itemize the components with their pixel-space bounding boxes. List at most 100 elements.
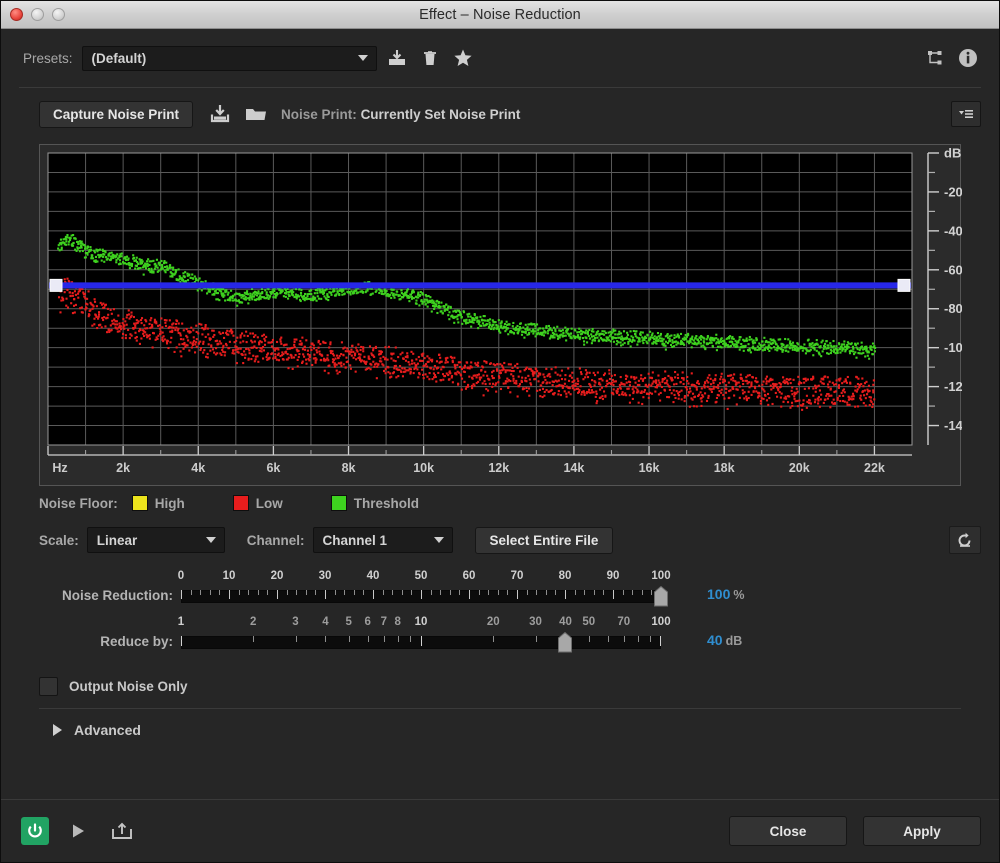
- tick-mark: [253, 636, 254, 642]
- tick-label: 0: [178, 570, 184, 582]
- tick-label: 60: [463, 570, 476, 582]
- spectrum-plot[interactable]: dB-20-40-60-80-100-120-140Hz2k4k6k8k10k1…: [40, 145, 962, 485]
- svg-text:4k: 4k: [191, 461, 205, 475]
- tick-mark: [363, 590, 364, 595]
- svg-text:10k: 10k: [413, 461, 434, 475]
- trash-icon[interactable]: [417, 45, 443, 71]
- tick-mark: [349, 636, 350, 642]
- channel-value: Channel 1: [323, 533, 388, 548]
- apply-button[interactable]: Apply: [863, 816, 981, 846]
- tick-mark: [440, 590, 441, 595]
- tick-label: 1: [178, 616, 184, 628]
- noise-reduction-slider[interactable]: 0102030405060708090100: [181, 570, 661, 616]
- tick-label: 70: [511, 570, 524, 582]
- svg-text:-20: -20: [944, 184, 962, 199]
- export-icon[interactable]: [107, 817, 137, 845]
- tick-mark: [229, 590, 230, 599]
- scale-label: Scale:: [39, 533, 79, 548]
- scale-channel-toolbar: Scale: Linear Channel: Channel 1 Select …: [1, 520, 999, 560]
- save-preset-icon[interactable]: [384, 45, 410, 71]
- tick-mark: [354, 590, 355, 595]
- legend-label-threshold: Threshold: [354, 496, 419, 511]
- output-noise-only-row[interactable]: Output Noise Only: [1, 668, 999, 704]
- tick-label: 40: [559, 616, 572, 628]
- tick-label: 50: [582, 616, 595, 628]
- save-noise-print-icon[interactable]: [207, 101, 233, 127]
- tick-mark: [469, 590, 470, 599]
- advanced-label: Advanced: [74, 722, 141, 738]
- tick-label: 7: [381, 616, 387, 628]
- tick-mark: [373, 590, 374, 599]
- tick-label: 20: [487, 616, 500, 628]
- footer-actions: Close Apply: [729, 816, 981, 846]
- window-title: Effect – Noise Reduction: [1, 7, 999, 23]
- swatch-low: [233, 495, 249, 511]
- svg-text:-140: -140: [944, 418, 962, 433]
- presets-value: (Default): [92, 51, 147, 66]
- presets-toolbar: Presets: (Default): [1, 29, 999, 87]
- tick-mark: [181, 636, 182, 646]
- noise-floor-graph[interactable]: dB-20-40-60-80-100-120-140Hz2k4k6k8k10k1…: [39, 144, 961, 486]
- tick-label: 90: [607, 570, 620, 582]
- tick-mark: [488, 590, 489, 595]
- tick-label: 10: [415, 616, 428, 628]
- tick-mark: [325, 590, 326, 599]
- svg-text:-60: -60: [944, 262, 962, 277]
- capture-noise-print-button[interactable]: Capture Noise Print: [39, 101, 193, 128]
- tick-mark: [589, 636, 590, 642]
- tick-mark: [431, 590, 432, 595]
- tick-label: 50: [415, 570, 428, 582]
- tick-mark: [368, 636, 369, 642]
- legend-item-threshold: Threshold: [331, 495, 419, 511]
- tick-mark: [392, 590, 393, 595]
- chevron-down-icon: [206, 537, 216, 543]
- reduce-by-thumb[interactable]: [558, 632, 573, 653]
- tick-label: 30: [529, 616, 542, 628]
- presets-label: Presets:: [23, 51, 73, 66]
- scale-dropdown[interactable]: Linear: [87, 527, 225, 553]
- svg-text:8k: 8k: [342, 461, 356, 475]
- reset-icon[interactable]: [949, 526, 981, 554]
- tick-mark: [608, 636, 609, 642]
- presets-dropdown[interactable]: (Default): [82, 46, 377, 71]
- tick-mark: [210, 590, 211, 595]
- close-button[interactable]: Close: [729, 816, 847, 846]
- tick-mark: [603, 590, 604, 595]
- output-noise-only-checkbox[interactable]: [39, 677, 58, 696]
- panel-menu-icon[interactable]: [951, 101, 981, 127]
- svg-text:-40: -40: [944, 223, 962, 238]
- noise-print-value: Currently Set Noise Print: [361, 107, 521, 122]
- window-titlebar: Effect – Noise Reduction: [1, 1, 999, 29]
- tick-mark: [296, 636, 297, 642]
- folder-icon[interactable]: [243, 101, 269, 127]
- star-icon[interactable]: [450, 45, 476, 71]
- reduce-by-slider[interactable]: 12345678102030405070100: [181, 616, 661, 662]
- power-toggle-icon[interactable]: [21, 817, 49, 845]
- noise-reduction-number: 100: [707, 586, 730, 602]
- tick-mark: [239, 590, 240, 595]
- select-entire-file-button[interactable]: Select Entire File: [475, 527, 614, 554]
- tick-mark: [421, 636, 422, 646]
- tick-mark: [277, 590, 278, 599]
- tick-mark: [200, 590, 201, 595]
- tick-mark: [613, 590, 614, 599]
- play-icon[interactable]: [63, 817, 93, 845]
- tick-label: 70: [617, 616, 630, 628]
- info-icon[interactable]: [955, 45, 981, 71]
- reduce-by-tick-labels: 12345678102030405070100: [181, 616, 661, 632]
- channel-dropdown[interactable]: Channel 1: [313, 527, 453, 553]
- advanced-section-toggle[interactable]: Advanced: [1, 709, 999, 751]
- tick-mark: [575, 590, 576, 595]
- slider-controls: Noise Reduction: 0102030405060708090100 …: [1, 560, 999, 662]
- tick-label: 2: [250, 616, 256, 628]
- noise-reduction-thumb[interactable]: [654, 586, 669, 607]
- svg-text:12k: 12k: [488, 461, 509, 475]
- reduce-by-value: 40dB: [707, 616, 742, 648]
- tick-mark: [325, 636, 326, 642]
- tick-mark: [344, 590, 345, 595]
- chevron-down-icon: [358, 55, 368, 61]
- tick-mark: [638, 636, 639, 642]
- preset-chain-icon[interactable]: [922, 45, 948, 71]
- tick-mark: [650, 636, 651, 642]
- svg-text:Hz: Hz: [52, 461, 67, 475]
